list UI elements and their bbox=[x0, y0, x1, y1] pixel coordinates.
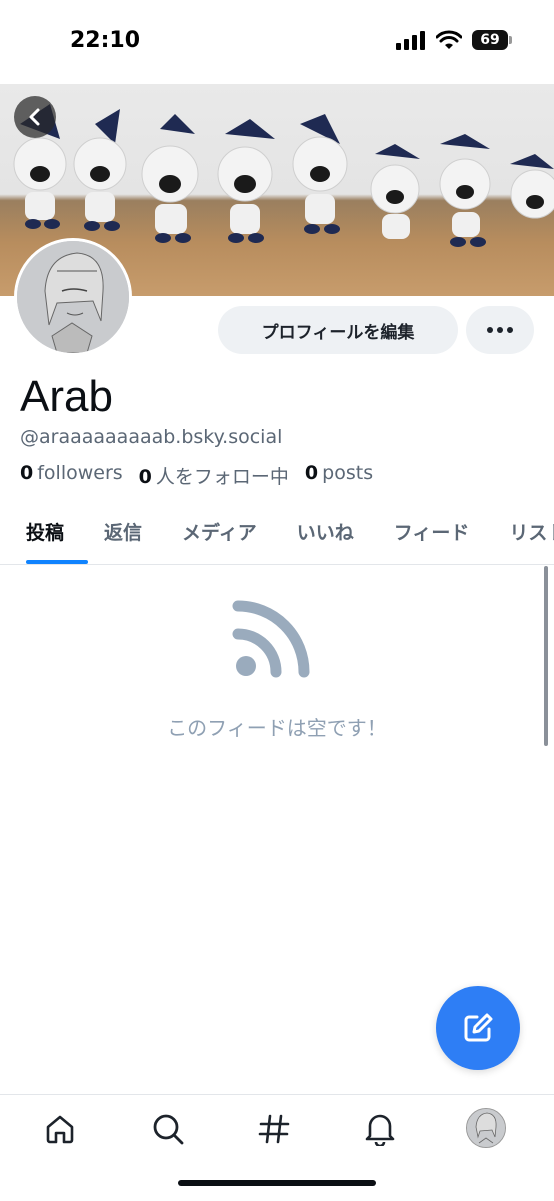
following-count: 0 bbox=[138, 466, 152, 488]
hashtag-icon bbox=[258, 1114, 290, 1144]
profile-tabs: 投稿 返信 メディア いいね フィード リスト bbox=[0, 508, 554, 565]
followers-label: followers bbox=[37, 462, 123, 484]
notifications-tab[interactable] bbox=[362, 1111, 398, 1147]
signal-icon bbox=[396, 31, 425, 50]
tab-replies[interactable]: 返信 bbox=[78, 508, 156, 564]
battery-level: 69 bbox=[480, 32, 500, 48]
battery-indicator: 69 bbox=[472, 30, 512, 50]
more-dot-icon bbox=[497, 327, 503, 333]
following-label: 人をフォロー中 bbox=[155, 466, 289, 488]
search-tab[interactable] bbox=[150, 1111, 186, 1147]
tab-likes[interactable]: いいね bbox=[271, 508, 368, 564]
tab-feeds[interactable]: フィード bbox=[368, 508, 484, 564]
avatar-mini-sketch bbox=[467, 1109, 505, 1147]
avatar-sketch bbox=[17, 241, 129, 353]
status-time: 22:10 bbox=[70, 28, 141, 53]
tab-lists[interactable]: リスト bbox=[483, 508, 554, 564]
compose-button[interactable] bbox=[436, 986, 520, 1070]
profile-tab-avatar[interactable] bbox=[466, 1108, 506, 1148]
profile-stats: 0 followers 0 人をフォロー中 0 posts bbox=[20, 462, 373, 489]
following-stat[interactable]: 0 人をフォロー中 bbox=[139, 462, 289, 489]
edit-profile-button[interactable]: プロフィールを編集 bbox=[218, 306, 458, 354]
more-dot-icon bbox=[507, 327, 513, 333]
home-icon bbox=[46, 1115, 74, 1144]
status-bar: 22:10 69 bbox=[0, 0, 554, 84]
search-icon bbox=[153, 1114, 184, 1145]
empty-feed bbox=[0, 596, 554, 690]
tab-media[interactable]: メディア bbox=[156, 508, 271, 564]
status-indicators: 69 bbox=[396, 30, 512, 50]
followers-stat[interactable]: 0 followers bbox=[20, 462, 123, 489]
rss-icon bbox=[232, 600, 310, 678]
wifi-icon bbox=[436, 30, 462, 49]
empty-feed-message: このフィードは空です！ bbox=[167, 716, 387, 740]
display-name: Arab bbox=[20, 372, 113, 421]
chevron-left-icon bbox=[29, 108, 40, 126]
feeds-tab[interactable] bbox=[256, 1111, 292, 1147]
home-indicator bbox=[178, 1180, 376, 1186]
tab-posts[interactable]: 投稿 bbox=[0, 508, 89, 564]
home-tab[interactable] bbox=[42, 1111, 78, 1147]
posts-stat: 0 posts bbox=[305, 462, 373, 489]
back-button[interactable] bbox=[14, 96, 56, 138]
followers-count: 0 bbox=[20, 462, 34, 484]
posts-count: 0 bbox=[304, 462, 319, 484]
more-options-button[interactable] bbox=[466, 306, 534, 354]
profile-avatar[interactable] bbox=[14, 238, 132, 356]
bell-icon bbox=[365, 1114, 395, 1146]
posts-label: posts bbox=[322, 462, 374, 484]
compose-icon bbox=[464, 1013, 493, 1042]
more-dot-icon bbox=[487, 327, 493, 333]
profile-handle: @araaaaaaaaab.bsky.social bbox=[20, 426, 283, 448]
